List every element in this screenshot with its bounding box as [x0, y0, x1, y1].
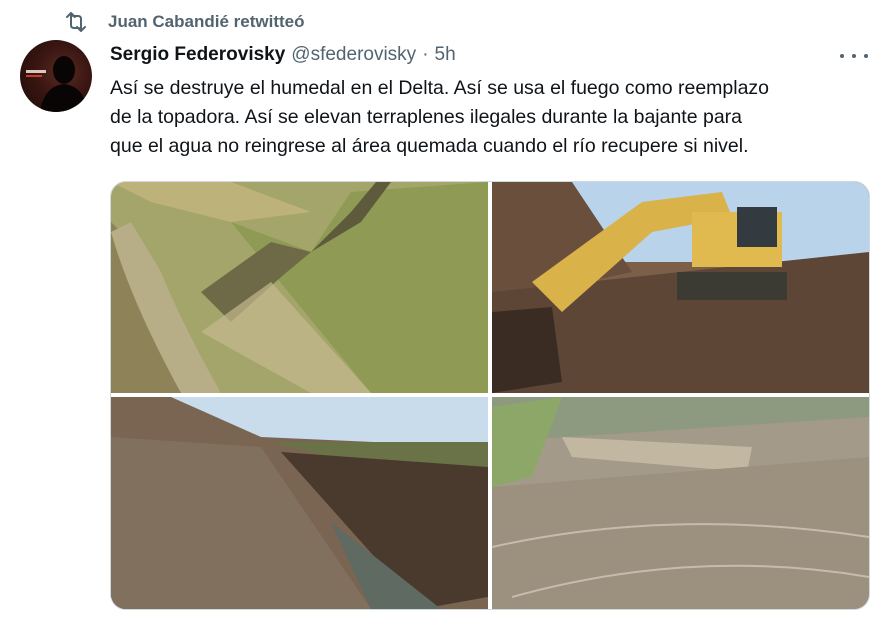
author-name[interactable]: Sergio Federovisky: [110, 44, 285, 66]
more-options-icon[interactable]: [840, 50, 868, 62]
retweet-icon: [66, 12, 86, 32]
tweet-text-line: de la topadora. Así se elevan terraplene…: [110, 106, 743, 128]
trench-canal-photo[interactable]: [111, 397, 488, 609]
separator: ·: [422, 44, 429, 65]
tweet-header: Sergio Federovisky @sfederovisky · 5h: [110, 44, 456, 68]
excavator-photo[interactable]: [492, 182, 869, 393]
retweet-label: Juan Cabandié retwitteó: [108, 12, 305, 31]
tweet-text-line: que el agua no reingrese al área quemada…: [110, 135, 749, 157]
timestamp[interactable]: 5h: [435, 44, 456, 66]
author-handle[interactable]: @sfederovisky: [291, 44, 416, 66]
tweet-text-line: Así se destruye el humedal en el Delta. …: [110, 77, 770, 99]
avatar[interactable]: [20, 40, 92, 112]
tweet-text: Así se destruye el humedal en el Delta. …: [110, 74, 870, 161]
burned-field-photo[interactable]: [492, 397, 869, 609]
aerial-embankment-photo[interactable]: [111, 182, 488, 393]
media-grid: [110, 181, 870, 610]
